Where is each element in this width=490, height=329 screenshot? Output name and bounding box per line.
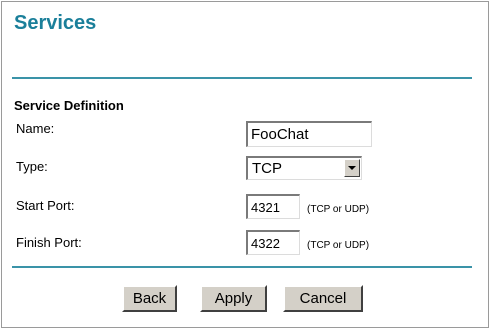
type-label: Type: [16, 159, 48, 174]
section-heading: Service Definition [14, 98, 124, 113]
top-divider [12, 77, 472, 79]
name-label: Name: [16, 121, 55, 136]
page-title: Services [14, 12, 97, 34]
finish-port-field[interactable] [246, 230, 300, 255]
start-port-label: Start Port: [16, 198, 75, 213]
type-select[interactable]: TCP [246, 156, 362, 180]
cancel-button[interactable]: Cancel [283, 285, 363, 312]
name-field[interactable] [246, 121, 372, 147]
type-select-value: TCP [252, 160, 282, 177]
finish-port-hint: (TCP or UDP) [307, 240, 370, 251]
chevron-down-icon[interactable] [344, 159, 360, 177]
apply-button[interactable]: Apply [200, 285, 267, 312]
finish-port-label: Finish Port: [16, 235, 82, 250]
start-port-hint: (TCP or UDP) [307, 204, 370, 215]
back-button[interactable]: Back [122, 285, 177, 312]
bottom-divider [12, 266, 472, 268]
start-port-field[interactable] [246, 194, 300, 219]
services-panel: Services Service Definition Name: Type: … [1, 1, 489, 328]
